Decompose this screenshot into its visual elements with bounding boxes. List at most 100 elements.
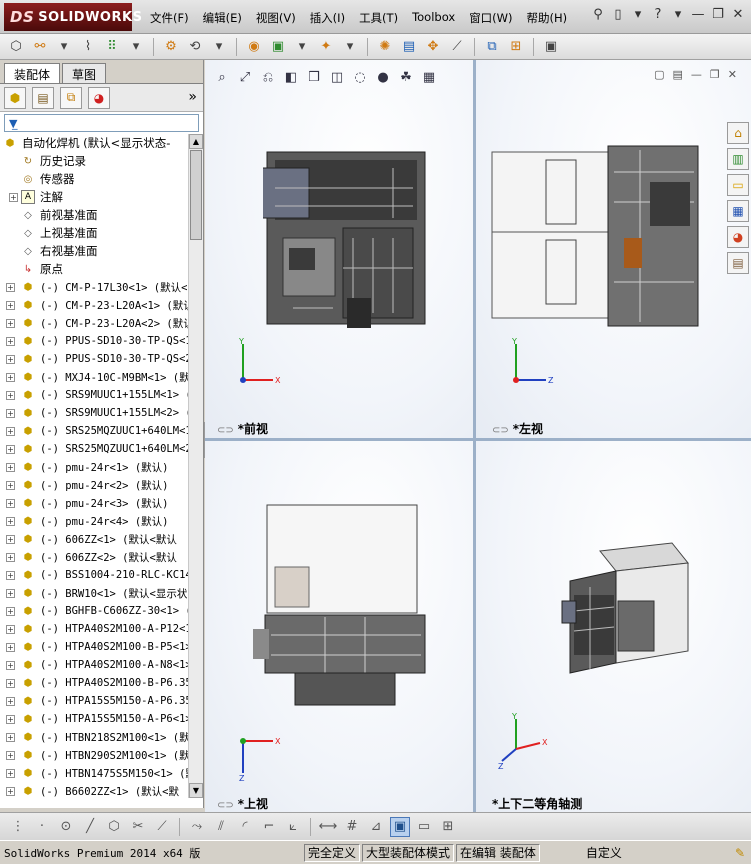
component-node[interactable]: + ⬢ (-) BRW10<1> (默认<显示状 bbox=[0, 584, 188, 602]
polygon-icon[interactable]: ⬡ bbox=[104, 817, 124, 837]
component-node[interactable]: + ⬢ (-) BGHFB-C606ZZ-30<1> ( bbox=[0, 602, 188, 620]
component-node[interactable]: + ⬢ (-) PPUS-SD10-30-TP-QS<2 bbox=[0, 350, 188, 368]
expand-toggle-icon[interactable]: + bbox=[6, 390, 15, 400]
restore-icon[interactable]: ❐ bbox=[711, 7, 725, 22]
grid-icon[interactable]: # bbox=[342, 817, 362, 837]
tree-node[interactable]: ◎ 传感器 bbox=[0, 170, 188, 188]
expand-toggle-icon[interactable]: + bbox=[6, 444, 15, 454]
smart-fasteners-icon[interactable]: ⚙ bbox=[161, 37, 181, 57]
expand-toggle-icon[interactable]: + bbox=[6, 516, 15, 526]
expand-toggle-icon[interactable]: + bbox=[6, 318, 15, 328]
dropdown-arrow-icon[interactable]: ▾ bbox=[631, 7, 645, 22]
new-document-icon[interactable]: ▯ bbox=[611, 7, 625, 22]
relations-icon[interactable]: ⊿ bbox=[366, 817, 386, 837]
viewport-left[interactable]: ▢ ▤ — ❐ ✕ Y Z ⊂⊃ *左视 ⌂ ▥ ▭ ▦ ◕ ▤ bbox=[476, 60, 751, 438]
expand-toggle-icon[interactable]: + bbox=[6, 552, 15, 562]
dropdown-arrow-icon[interactable]: ▾ bbox=[54, 37, 74, 57]
3d-box-icon[interactable]: ▣ bbox=[390, 816, 410, 837]
component-node[interactable]: + ⬢ (-) HTPA40S2M100-A-N8<1> bbox=[0, 656, 188, 674]
menu-tools[interactable]: 工具(T) bbox=[359, 10, 398, 26]
chamfer-icon[interactable]: ⌐ bbox=[259, 817, 279, 837]
menu-insert[interactable]: 插入(I) bbox=[310, 10, 345, 26]
tree-node[interactable]: ◇ 上视基准面 bbox=[0, 224, 188, 242]
tree-node[interactable]: ◇ 前视基准面 bbox=[0, 206, 188, 224]
top-view-model[interactable] bbox=[245, 495, 445, 715]
graphics-area[interactable]: ⌕ ⤢ ⎌ ◧ ❒ ◫ ◌ ● ☘ ▦ Y X ⊂⊃ *前视 ▢ ▤ — ❐ ✕… bbox=[205, 60, 751, 812]
linear-pattern-icon[interactable]: ⠿ bbox=[102, 37, 122, 57]
expand-toggle-icon[interactable]: + bbox=[6, 732, 15, 742]
viewport-divider-vertical[interactable] bbox=[473, 60, 476, 812]
expand-toggle-icon[interactable]: + bbox=[6, 300, 15, 310]
expand-toggle-icon[interactable]: + bbox=[6, 408, 15, 418]
tree-node[interactable]: ◇ 右视基准面 bbox=[0, 242, 188, 260]
tree-scrollbar[interactable]: ▲ ▼ bbox=[188, 134, 203, 798]
offset-icon[interactable]: ⤳ bbox=[187, 817, 207, 837]
component-node[interactable]: + ⬢ (-) pmu-24r<1> (默认) bbox=[0, 458, 188, 476]
viewport-top[interactable]: Z X ⊂⊃ *上视 bbox=[205, 441, 473, 812]
component-node[interactable]: + ⬢ (-) pmu-24r<2> (默认) bbox=[0, 476, 188, 494]
restore-icon[interactable]: ❐ bbox=[710, 68, 720, 81]
solidworks-logo[interactable]: DS SOLIDWORKS bbox=[4, 3, 142, 31]
show-hidden-icon[interactable]: ◉ bbox=[244, 37, 264, 57]
dropdown-arrow-icon[interactable]: ▾ bbox=[292, 37, 312, 57]
split-views-icon[interactable]: ▤ bbox=[673, 68, 683, 81]
minimize-icon[interactable]: — bbox=[691, 68, 702, 81]
close-icon[interactable]: ✕ bbox=[731, 7, 745, 22]
component-node[interactable]: + ⬢ (-) PPUS-SD10-30-TP-QS<1 bbox=[0, 332, 188, 350]
appearances-icon[interactable]: ◕ bbox=[727, 226, 749, 248]
scroll-thumb[interactable] bbox=[190, 150, 202, 240]
table-icon[interactable]: ⊞ bbox=[438, 817, 458, 837]
appearance-icon[interactable]: ● bbox=[374, 68, 392, 86]
left-view-model[interactable] bbox=[490, 142, 700, 328]
component-node[interactable]: + ⬢ (-) HTPA40S2M100-B-P6.35 bbox=[0, 674, 188, 692]
insert-component-icon[interactable]: ⬡ bbox=[6, 37, 26, 57]
smart-dimension-icon[interactable]: ⟷ bbox=[318, 817, 338, 837]
tree-node[interactable]: ↻ 历史记录 bbox=[0, 152, 188, 170]
mirror-icon[interactable]: ⫽ bbox=[211, 817, 231, 837]
component-node[interactable]: + ⬢ (-) B6602ZZ<1> (默认<默 bbox=[0, 782, 188, 798]
component-node[interactable]: + ⬢ (-) pmu-24r<3> (默认) bbox=[0, 494, 188, 512]
file-explorer-icon[interactable]: ▭ bbox=[727, 174, 749, 196]
custom-properties-icon[interactable]: ▤ bbox=[727, 252, 749, 274]
expand-toggle-icon[interactable]: + bbox=[6, 642, 15, 652]
point-icon[interactable]: · bbox=[32, 817, 52, 837]
component-node[interactable]: + ⬢ (-) SRS9MUUC1+155LM<1> ( bbox=[0, 386, 188, 404]
minimize-icon[interactable]: — bbox=[691, 7, 705, 22]
expand-toggle-icon[interactable]: + bbox=[6, 480, 15, 490]
feature-tree-icon[interactable]: ⬢ bbox=[4, 86, 26, 109]
bill-of-materials-icon[interactable]: ▤ bbox=[399, 37, 419, 57]
expand-toggle-icon[interactable]: + bbox=[6, 426, 15, 436]
tree-node[interactable]: ↳ 原点 bbox=[0, 260, 188, 278]
new-motion-study-icon[interactable]: ✺ bbox=[375, 37, 395, 57]
expand-toggle-icon[interactable]: + bbox=[6, 624, 15, 634]
component-node[interactable]: + ⬢ (-) MXJ4-10C-M9BM<1> (默 bbox=[0, 368, 188, 386]
expand-toggle-icon[interactable]: + bbox=[6, 282, 15, 292]
expand-toggle-icon[interactable]: + bbox=[6, 354, 15, 364]
assembly-features-icon[interactable]: ▣ bbox=[268, 37, 288, 57]
hide-show-items-icon[interactable]: ◌ bbox=[351, 68, 369, 86]
expand-toggle-icon[interactable]: + bbox=[6, 534, 15, 544]
tree-filter[interactable]: ▼̲ bbox=[4, 114, 199, 132]
explode-line-sketch-icon[interactable]: ⟋ bbox=[447, 37, 467, 57]
link-views-icon[interactable]: ▢ bbox=[654, 68, 664, 81]
menu-toolbox[interactable]: Toolbox bbox=[412, 10, 455, 26]
expand-toggle-icon[interactable]: + bbox=[6, 372, 15, 382]
display-manager-icon[interactable]: ◕ bbox=[88, 86, 110, 109]
menu-file[interactable]: 文件(F) bbox=[150, 10, 189, 26]
menu-view[interactable]: 视图(V) bbox=[256, 10, 296, 26]
expand-toggle-icon[interactable]: + bbox=[9, 192, 18, 202]
scene-icon[interactable]: ☘ bbox=[397, 68, 415, 86]
line-icon[interactable]: ╱ bbox=[80, 817, 100, 837]
expand-toggle-icon[interactable]: + bbox=[6, 696, 15, 706]
zoom-area-icon[interactable]: ⤢ bbox=[236, 68, 254, 86]
component-node[interactable]: + ⬢ (-) BSS1004-210-RLC-KC14 bbox=[0, 566, 188, 584]
expand-toggle-icon[interactable]: + bbox=[6, 498, 15, 508]
expand-toggle-icon[interactable]: + bbox=[6, 750, 15, 760]
home-icon[interactable]: ⌂ bbox=[727, 122, 749, 144]
tree-root[interactable]: ⬢ 自动化焊机 (默认<显示状态- bbox=[0, 134, 188, 152]
component-node[interactable]: + ⬢ (-) HTPA15S5M150-A-P6<1> bbox=[0, 710, 188, 728]
viewport-divider-horizontal[interactable] bbox=[205, 438, 751, 441]
convert-entities-icon[interactable]: ⟀ bbox=[283, 817, 303, 837]
camera-icon[interactable]: ⊂⊃ bbox=[217, 425, 234, 436]
menu-help[interactable]: 帮助(H) bbox=[527, 10, 568, 26]
